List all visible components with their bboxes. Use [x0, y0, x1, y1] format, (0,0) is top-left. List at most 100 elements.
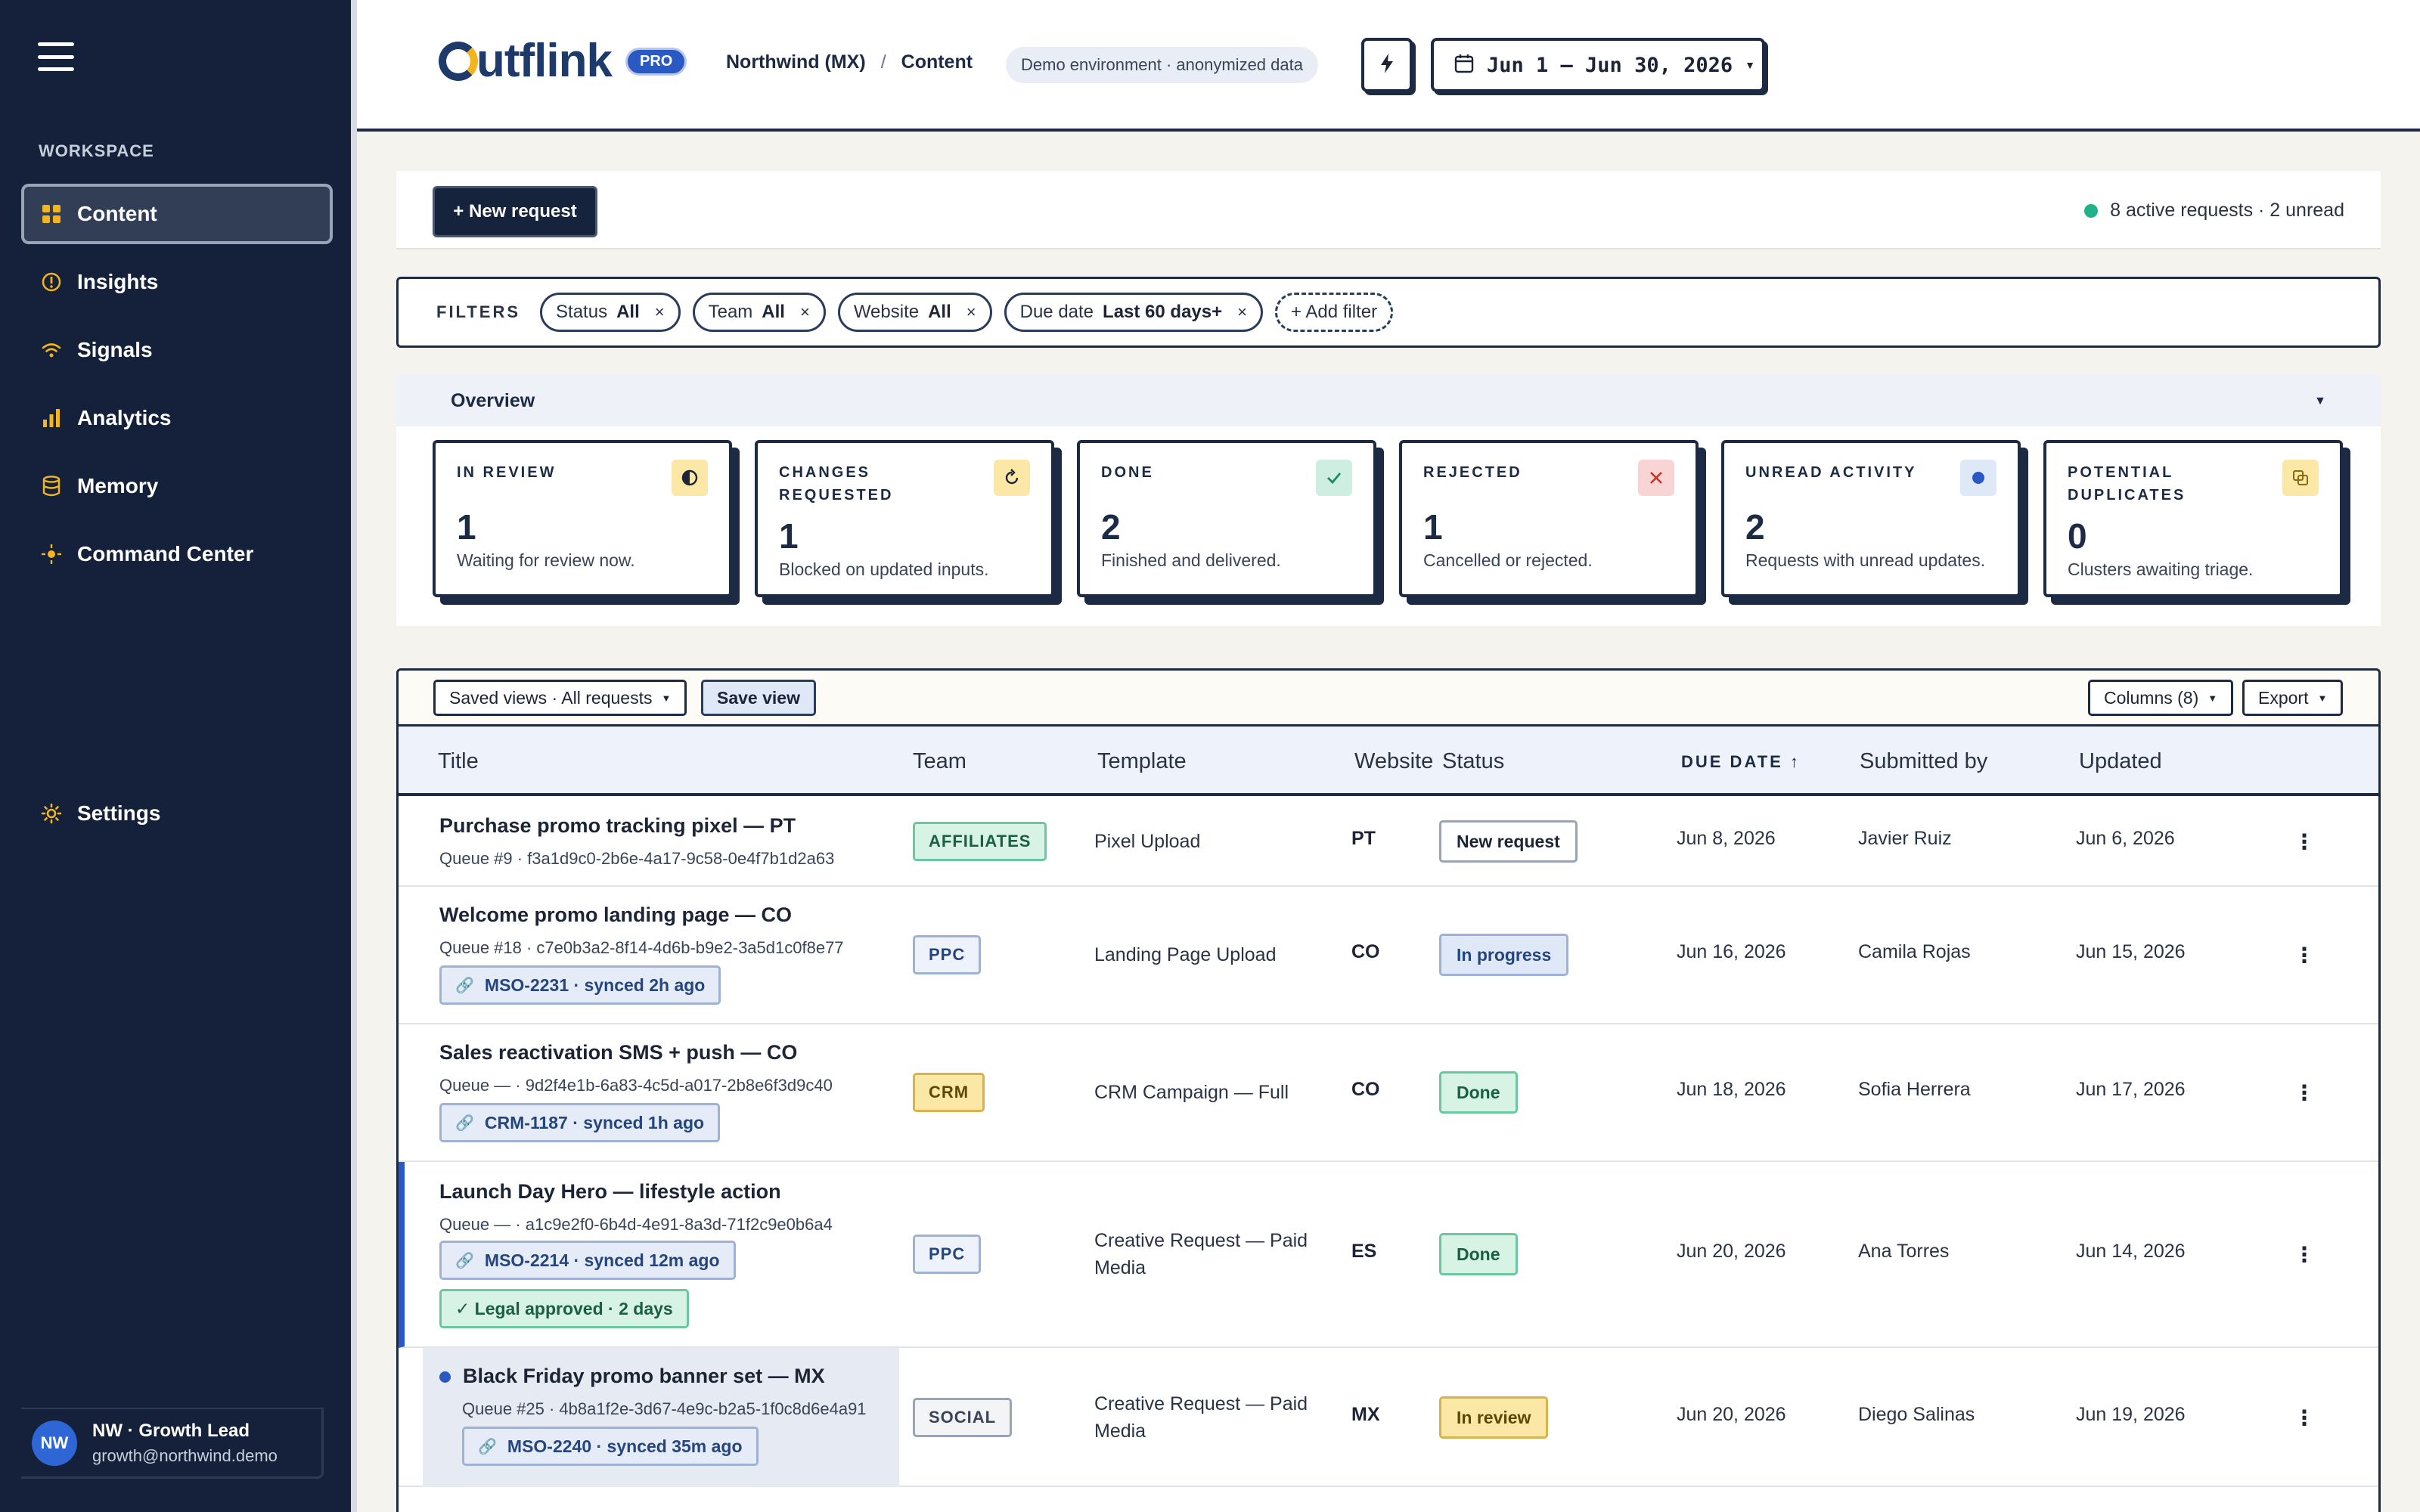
more-options-icon[interactable]: ⋮ [2291, 1077, 2318, 1108]
card-value: 1 [457, 507, 476, 547]
close-icon[interactable]: × [966, 302, 976, 322]
quick-actions-button[interactable] [1361, 38, 1413, 92]
sidebar-item-settings[interactable]: Settings [21, 783, 333, 844]
template-name: CRM Campaign — Full [1094, 1082, 1289, 1103]
request-title[interactable]: Welcome promo landing page — CO [439, 903, 792, 927]
sidebar-item-memory[interactable]: Memory [21, 456, 333, 516]
sidebar-item-label: Memory [77, 474, 159, 497]
save-view-button[interactable]: Save view [701, 680, 816, 716]
card-title: REJECTED [1423, 464, 1522, 481]
chevron-down-icon: ▼ [1745, 59, 1755, 71]
column-header-due-date[interactable]: DUE DATE ↑ [1681, 752, 1801, 772]
close-icon[interactable]: × [800, 302, 810, 322]
template-name: Landing Page Upload [1094, 944, 1277, 965]
filter-chip-due-date[interactable]: Due date Last 60 days+ × [1004, 293, 1263, 332]
card-subtitle: Waiting for review now. [457, 550, 635, 570]
sidebar-item-insights[interactable]: Insights [21, 252, 333, 312]
more-options-icon[interactable]: ⋮ [2291, 826, 2318, 857]
filter-chip-team[interactable]: Team All × [692, 293, 826, 332]
columns-dropdown[interactable]: Columns (8) ▼ [2088, 680, 2234, 716]
column-header-website[interactable]: Website [1354, 749, 1433, 774]
sidebar-item-command-center[interactable]: Command Center [21, 524, 333, 584]
website-code: CO [1351, 1079, 1380, 1100]
sidebar-item-analytics[interactable]: Analytics [21, 388, 333, 448]
queue-id: Queue #25 · 4b8a1f2e-3d67-4e9c-b2a5-1f0c… [462, 1399, 867, 1418]
filter-chip-status[interactable]: Status All × [540, 293, 681, 332]
status-badge[interactable]: In review [1439, 1396, 1549, 1439]
column-header-title[interactable]: Title [438, 749, 479, 774]
table-row[interactable]: Welcome promo landing page — CO Queue #1… [399, 887, 2378, 1024]
card-in-review[interactable]: IN REVIEW 1 Waiting for review now. [433, 440, 732, 597]
requests-table: Saved views · All requests ▼ Save view C… [396, 668, 2381, 1512]
jira-sync-text: MSO-2240 · synced 35m ago [507, 1436, 743, 1456]
top-header: utflink PRO Northwind (MX) / Content Dem… [357, 0, 2420, 132]
sidebar-item-signals[interactable]: Signals [21, 320, 333, 380]
request-title[interactable]: Sales reactivation SMS + push — CO [439, 1041, 797, 1064]
card-done[interactable]: DONE 2 Finished and delivered. [1077, 440, 1376, 597]
close-icon[interactable]: × [1237, 302, 1247, 322]
saved-views-dropdown[interactable]: Saved views · All requests ▼ [433, 680, 687, 716]
card-unread-activity[interactable]: UNREAD ACTIVITY 2 Requests with unread u… [1721, 440, 2021, 597]
active-requests-text: 8 active requests · 2 unread [2110, 200, 2344, 221]
team-badge: AFFILIATES [913, 822, 1047, 861]
card-rejected[interactable]: REJECTED 1 Cancelled or rejected. [1399, 440, 1699, 597]
overview-title: Overview [451, 389, 535, 411]
queue-id: Queue #9 · f3a1d9c0-2b6e-4a17-9c58-0e4f7… [439, 849, 835, 868]
breadcrumb: Northwind (MX) / Content [726, 51, 973, 73]
brand-logo[interactable]: utflink PRO [439, 38, 687, 85]
status-badge[interactable]: Done [1439, 1071, 1518, 1114]
card-potential-duplicates[interactable]: POTENTIAL DUPLICATES 0 Clusters awaiting… [2043, 440, 2343, 597]
jira-sync-badge[interactable]: 🔗 CRM-1187 · synced 1h ago [439, 1103, 721, 1142]
export-dropdown[interactable]: Export ▼ [2242, 680, 2344, 716]
filter-value: All [762, 302, 785, 322]
wifi-signal-icon [39, 338, 64, 362]
more-options-icon[interactable]: ⋮ [2291, 940, 2318, 970]
column-header-updated[interactable]: Updated [2079, 749, 2162, 774]
more-options-icon[interactable]: ⋮ [2291, 1239, 2318, 1269]
card-value: 1 [1423, 507, 1443, 547]
jira-sync-badge[interactable]: 🔗 MSO-2240 · synced 35m ago [462, 1427, 759, 1466]
sidebar-item-label: Content [77, 202, 157, 225]
filter-value: Last 60 days+ [1103, 302, 1223, 322]
sidebar-item-content[interactable]: Content [21, 184, 333, 244]
sidebar: WORKSPACE Content Insights Signals Analy… [0, 0, 357, 1512]
breadcrumb-org[interactable]: Northwind (MX) [726, 51, 866, 73]
card-changes-requested[interactable]: CHANGES REQUESTED 1 Blocked on updated i… [755, 440, 1054, 597]
jira-sync-badge[interactable]: 🔗 MSO-2231 · synced 2h ago [439, 965, 721, 1005]
jira-sync-badge[interactable]: 🔗 MSO-2214 · synced 12m ago [439, 1241, 736, 1280]
table-row[interactable]: Sales reactivation SMS + push — CO Queue… [399, 1024, 2378, 1162]
column-header-team[interactable]: Team [913, 749, 966, 774]
website-code: CO [1351, 941, 1380, 962]
table-row[interactable]: Launch Day Hero — lifestyle action Queue… [399, 1162, 2378, 1348]
status-badge[interactable]: In progress [1439, 934, 1569, 976]
add-filter-button[interactable]: + Add filter [1275, 293, 1394, 332]
menu-icon[interactable] [38, 42, 74, 71]
card-subtitle: Cancelled or rejected. [1423, 550, 1593, 570]
new-request-button[interactable]: + New request [433, 186, 597, 237]
status-badge[interactable]: Done [1439, 1233, 1518, 1275]
status-badge[interactable]: New request [1439, 820, 1578, 863]
link-icon: 🔗 [455, 1252, 474, 1269]
template-name: Pixel Upload [1094, 831, 1201, 852]
table-row[interactable]: Black Friday promo banner set — MX Queue… [399, 1348, 2378, 1487]
submitted-by: Camila Rojas [1858, 941, 1971, 962]
due-date: Jun 20, 2026 [1677, 1404, 1786, 1425]
filter-chip-website[interactable]: Website All × [837, 293, 992, 332]
info-circle-icon [39, 270, 64, 294]
column-header-template[interactable]: Template [1097, 749, 1187, 774]
request-title[interactable]: Purchase promo tracking pixel — PT [439, 814, 796, 838]
link-icon: 🔗 [478, 1438, 497, 1455]
chevron-down-icon: ▼ [2314, 395, 2326, 407]
request-title[interactable]: Launch Day Hero — lifestyle action [439, 1180, 781, 1204]
table-row[interactable]: Purchase promo tracking pixel — PT Queue… [399, 796, 2378, 887]
close-icon[interactable]: × [655, 302, 665, 322]
user-menu[interactable]: NW NW · Growth Lead growth@northwind.dem… [21, 1408, 324, 1479]
date-range-picker[interactable]: Jun 1 – Jun 30, 2026 ▼ [1431, 38, 1765, 92]
overview-toggle[interactable]: Overview ▼ [396, 375, 2381, 426]
column-header-submitted-by[interactable]: Submitted by [1860, 749, 1987, 774]
request-title[interactable]: Black Friday promo banner set — MX [439, 1365, 825, 1388]
website-code: ES [1351, 1241, 1377, 1262]
refresh-icon [994, 460, 1030, 496]
more-options-icon[interactable]: ⋮ [2291, 1402, 2318, 1433]
column-header-status[interactable]: Status [1442, 749, 1504, 774]
